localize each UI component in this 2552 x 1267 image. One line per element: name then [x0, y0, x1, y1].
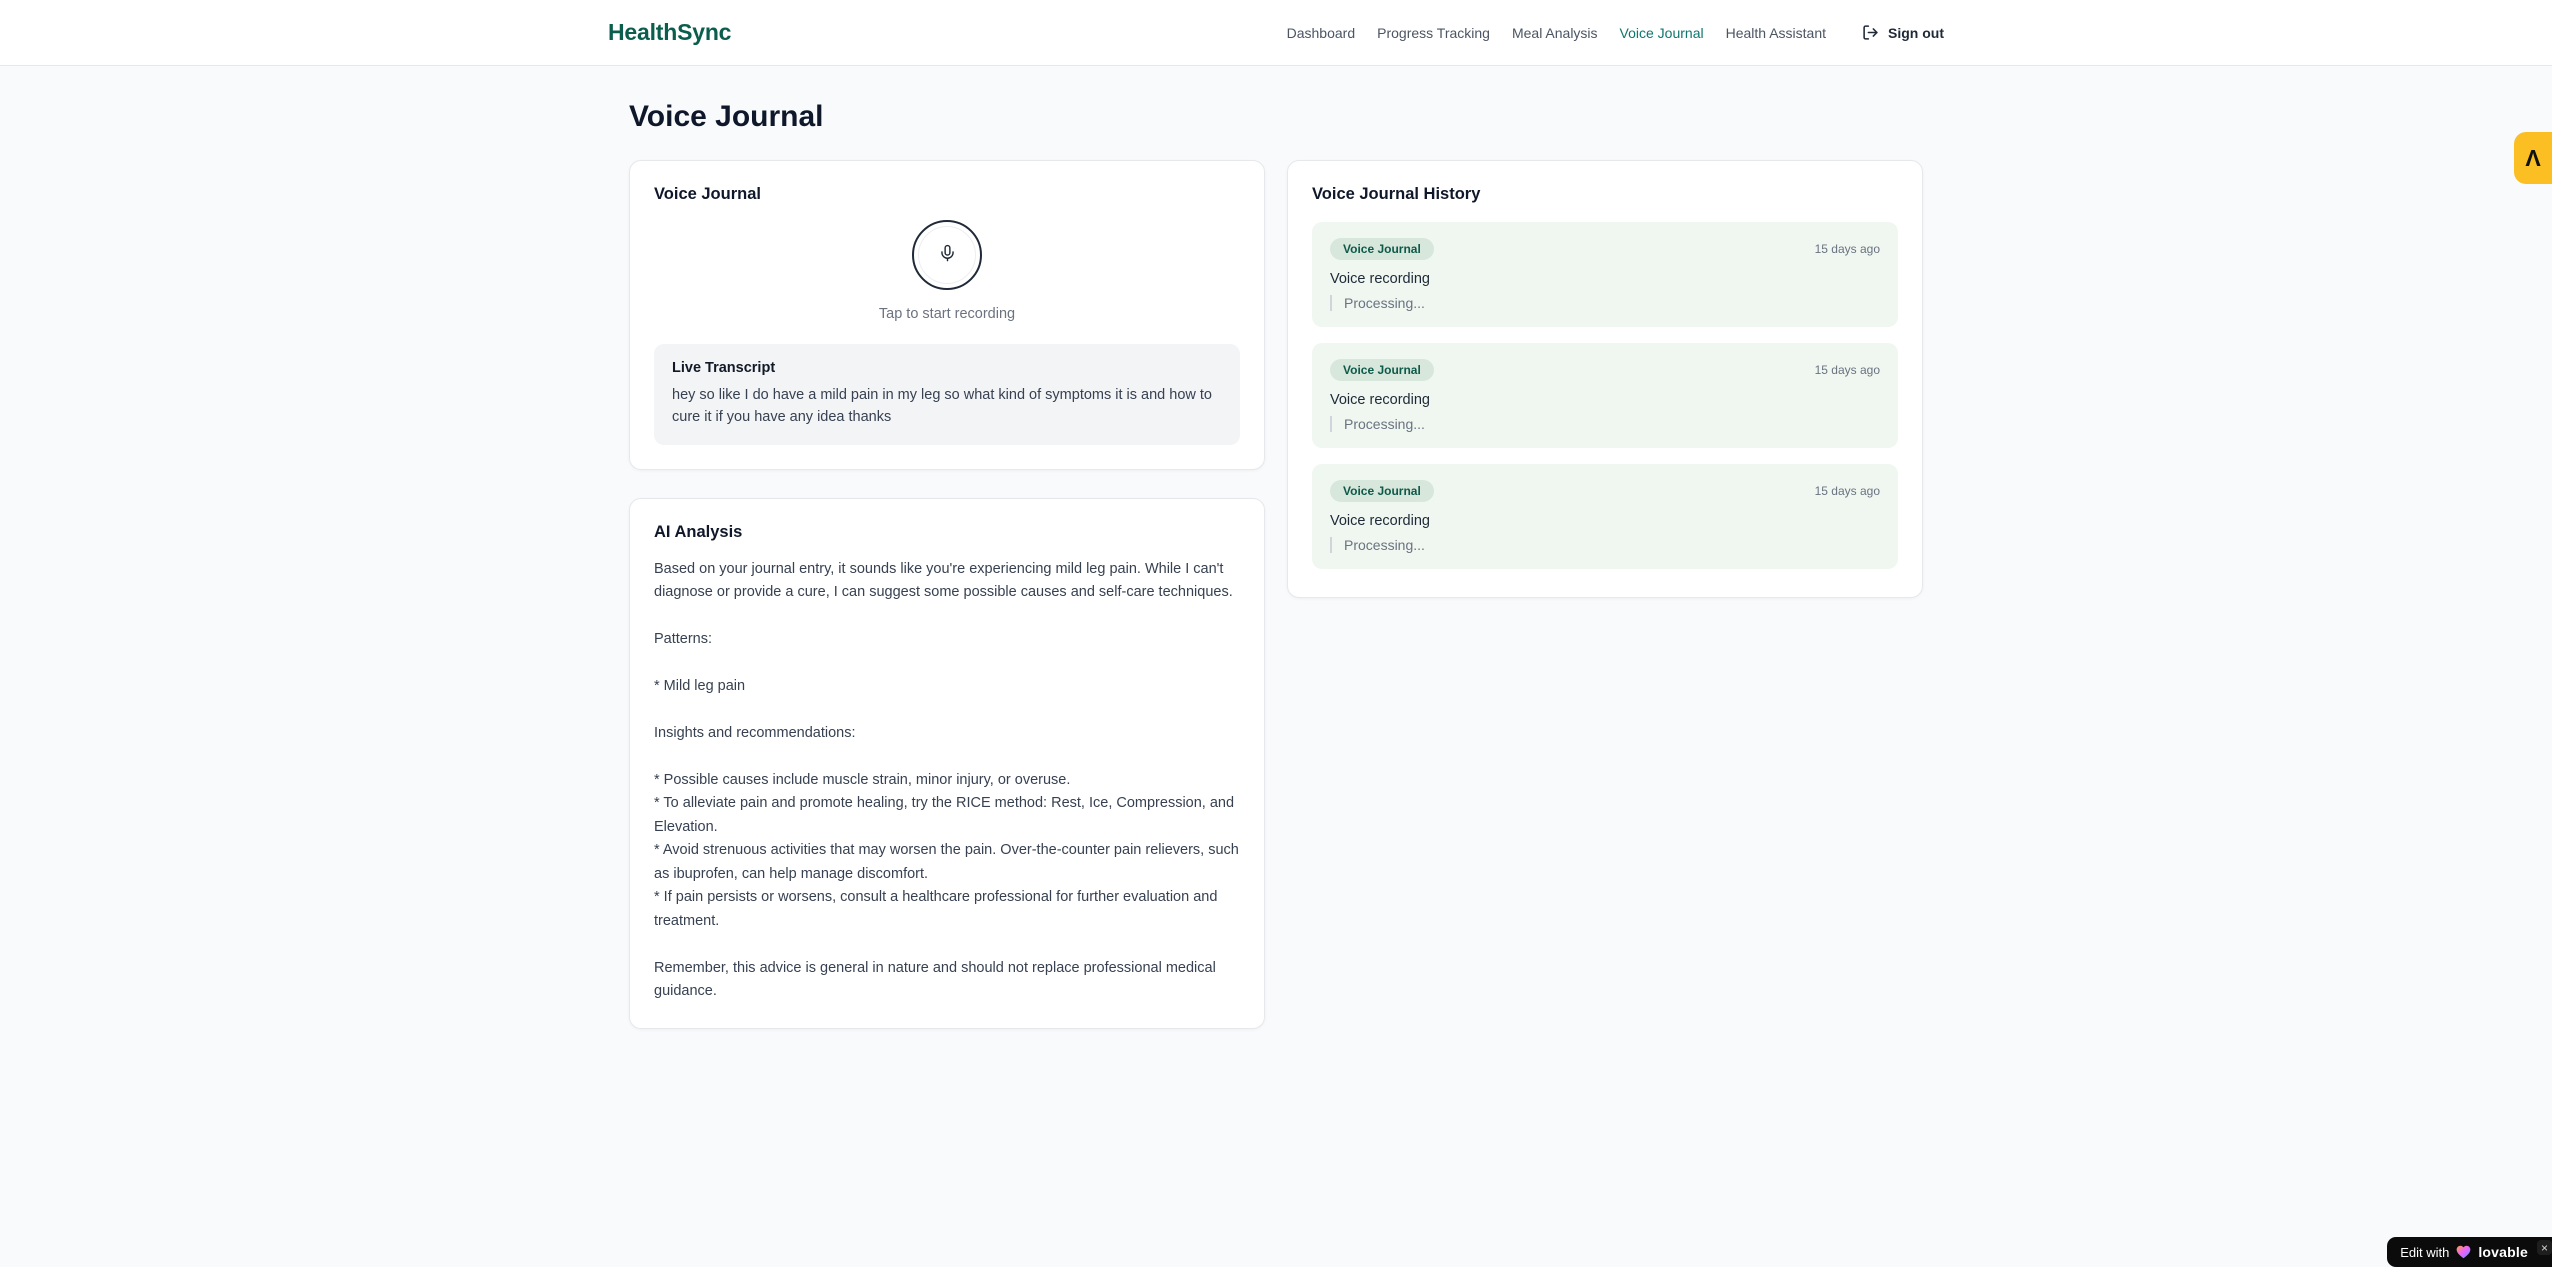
edit-badge-prefix: Edit with: [2400, 1244, 2450, 1260]
live-transcript-text: hey so like I do have a mild pain in my …: [672, 387, 1212, 425]
heart-icon: [2456, 1245, 2471, 1259]
live-transcript-title: Live Transcript: [672, 360, 776, 376]
brand-logo[interactable]: HealthSync: [608, 19, 731, 46]
nav-meal-analysis[interactable]: Meal Analysis: [1512, 25, 1598, 41]
history-entry[interactable]: Voice Journal 15 days ago Voice recordin…: [1312, 464, 1898, 569]
ai-analysis-title: AI Analysis: [654, 522, 743, 541]
side-panel-toggle-button[interactable]: Λ: [2514, 132, 2552, 184]
nav-dashboard[interactable]: Dashboard: [1287, 25, 1356, 41]
microphone-icon: [938, 244, 957, 266]
entry-type-badge: Voice Journal: [1330, 480, 1434, 502]
record-button[interactable]: [912, 220, 982, 290]
page-title: Voice Journal: [629, 100, 824, 133]
history-entry[interactable]: Voice Journal 15 days ago Voice recordin…: [1312, 343, 1898, 448]
main-nav: Dashboard Progress Tracking Meal Analysi…: [1287, 24, 1944, 41]
entry-status: Processing...: [1330, 537, 1880, 553]
record-hint: Tap to start recording: [878, 306, 1016, 322]
sign-out-icon: [1862, 24, 1879, 41]
entry-timestamp: 15 days ago: [1814, 363, 1880, 377]
recorder-card-title: Voice Journal: [654, 185, 761, 203]
edit-with-lovable-badge[interactable]: Edit with lovable ×: [2387, 1237, 2552, 1267]
close-icon[interactable]: ×: [2537, 1240, 2552, 1255]
entry-title: Voice recording: [1330, 271, 1430, 287]
history-entry[interactable]: Voice Journal 15 days ago Voice recordin…: [1312, 222, 1898, 327]
nav-health-assistant[interactable]: Health Assistant: [1726, 25, 1826, 41]
entry-timestamp: 15 days ago: [1814, 242, 1880, 256]
main-content: Voice Journal Voice Journal Tap to start…: [629, 100, 1923, 1029]
live-transcript-panel: Live Transcript hey so like I do have a …: [654, 344, 1240, 445]
ai-analysis-text: Based on your journal entry, it sounds l…: [654, 560, 1239, 1000]
entry-status: Processing...: [1330, 416, 1880, 432]
sign-out-button[interactable]: Sign out: [1862, 24, 1944, 41]
entry-status: Processing...: [1330, 295, 1880, 311]
ai-analysis-card: AI Analysis Based on your journal entry,…: [629, 497, 1265, 1029]
entry-type-badge: Voice Journal: [1330, 238, 1434, 260]
nav-progress-tracking[interactable]: Progress Tracking: [1377, 25, 1490, 41]
entry-timestamp: 15 days ago: [1814, 484, 1880, 498]
entry-title: Voice recording: [1330, 392, 1430, 408]
nav-voice-journal[interactable]: Voice Journal: [1620, 25, 1704, 41]
entry-type-badge: Voice Journal: [1330, 359, 1434, 381]
voice-recorder-card: Voice Journal Tap to start recording Liv…: [629, 160, 1265, 470]
app-header: HealthSync Dashboard Progress Tracking M…: [0, 0, 2552, 66]
entry-title: Voice recording: [1330, 513, 1430, 529]
sign-out-label: Sign out: [1888, 24, 1944, 41]
voice-journal-history-card: Voice Journal History Voice Journal 15 d…: [1287, 160, 1923, 598]
lovable-badge-icon: Λ: [2525, 144, 2541, 171]
edit-badge-brand: lovable: [2478, 1244, 2528, 1260]
history-card-title: Voice Journal History: [1312, 185, 1481, 203]
